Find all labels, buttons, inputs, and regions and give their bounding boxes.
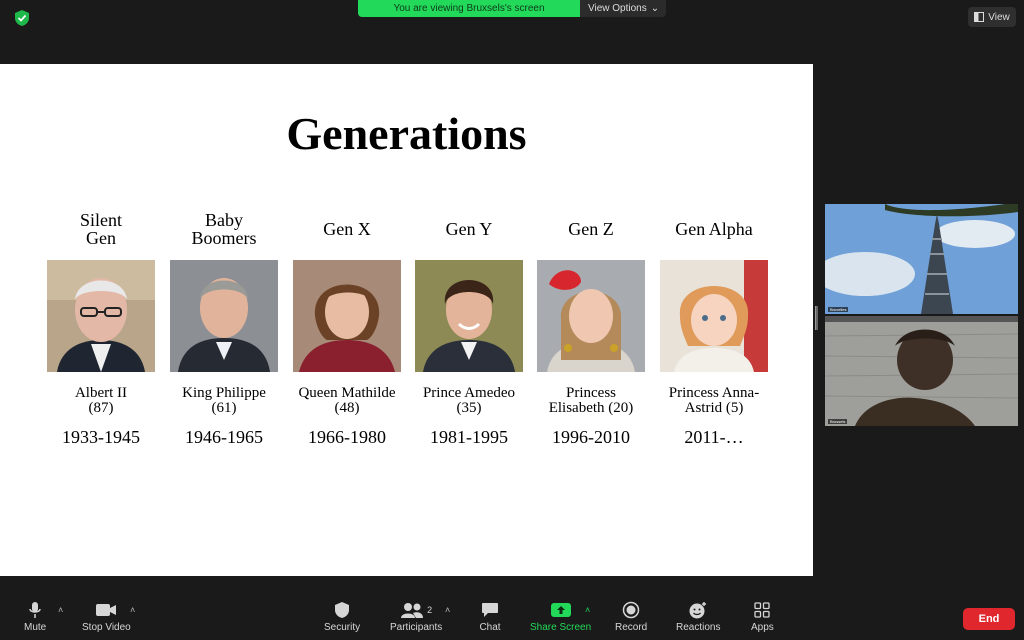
generation-years: 1981-1995 xyxy=(430,427,508,447)
viewing-screen-notice: You are viewing Bruxsels's screen xyxy=(358,0,580,17)
participants-label: Participants xyxy=(390,622,443,633)
view-layout-icon xyxy=(974,12,985,22)
view-label: View xyxy=(988,11,1010,23)
apps-grid-icon xyxy=(754,602,771,618)
slide-title: Generations xyxy=(286,108,527,159)
participants-options-caret[interactable]: ˄ xyxy=(445,605,450,615)
generation-years: 1933-1945 xyxy=(62,427,140,447)
participant-name: Bruxelles xyxy=(828,307,849,312)
shield-icon xyxy=(335,602,350,618)
generation-years: 1946-1965 xyxy=(185,427,263,447)
view-options-label: View Options xyxy=(588,3,647,14)
stop-video-label: Stop Video xyxy=(82,622,131,633)
generation-column: Silent Gen Albert II (87) 1933-1945 xyxy=(39,204,163,448)
generation-label: Baby Boomers xyxy=(191,210,257,248)
portrait-photo xyxy=(660,260,768,372)
chat-bubble-icon xyxy=(482,603,498,617)
chat-label: Chat xyxy=(479,622,501,633)
shared-slide: Generations Silent Gen Albert II (87) 19… xyxy=(0,64,813,576)
chevron-down-icon: ⌄ xyxy=(650,3,660,14)
apps-button[interactable]: Apps xyxy=(751,601,774,633)
portrait-photo xyxy=(47,260,155,372)
share-screen-button[interactable]: Share Screen xyxy=(530,601,591,633)
share-screen-label: Share Screen xyxy=(530,622,592,633)
record-button[interactable]: Record xyxy=(615,601,647,633)
participant-name: Brussels xyxy=(828,419,848,424)
reactions-button[interactable]: Reactions xyxy=(676,601,720,633)
view-options-button[interactable]: View Options ⌄ xyxy=(580,0,666,17)
person-name: Albert II (87) xyxy=(74,385,128,416)
generation-label: Gen Alpha xyxy=(675,219,753,239)
person-name: Prince Amedeo (35) xyxy=(422,385,516,416)
video-tile[interactable]: Brussels xyxy=(825,316,1018,426)
generation-column: Gen Y Prince Amedeo (35) 1981-1995 xyxy=(407,204,531,448)
participants-icon xyxy=(401,603,424,618)
apps-label: Apps xyxy=(751,622,774,633)
mute-button[interactable]: Mute xyxy=(24,601,46,633)
panel-resize-handle[interactable] xyxy=(815,306,818,330)
share-screen-icon xyxy=(550,603,571,617)
participants-count: 2 xyxy=(427,605,433,615)
generation-years: 1996-2010 xyxy=(552,427,630,447)
mute-label: Mute xyxy=(24,622,47,633)
end-meeting-button[interactable]: End xyxy=(963,608,1015,630)
video-options-caret[interactable]: ˄ xyxy=(130,605,135,615)
microphone-icon xyxy=(29,602,41,618)
generation-column: Baby Boomers King Philippe (61) 1946-196… xyxy=(162,204,286,448)
portrait-photo xyxy=(293,260,401,372)
generation-label: Silent Gen xyxy=(79,210,122,248)
person-name: Queen Mathilde (48) xyxy=(298,385,396,416)
generation-label: Gen X xyxy=(323,219,371,239)
stop-video-button[interactable]: Stop Video xyxy=(82,601,131,633)
security-shield-icon xyxy=(15,10,29,26)
portrait-photo xyxy=(415,260,523,372)
mute-options-caret[interactable]: ˄ xyxy=(58,605,63,615)
security-button[interactable]: Security xyxy=(324,601,360,633)
person-name: King Philippe (61) xyxy=(182,385,266,416)
share-options-caret[interactable]: ˄ xyxy=(585,605,590,615)
generation-column: Gen X Queen Mathilde (48) 1966-1980 xyxy=(285,204,409,448)
reactions-label: Reactions xyxy=(676,622,721,633)
video-feed-statue xyxy=(825,316,1018,426)
portrait-photo xyxy=(170,260,278,372)
security-label: Security xyxy=(324,622,361,633)
smiley-plus-icon xyxy=(689,602,707,619)
meeting-toolbar: Mute ˄ Stop Video ˄ Security 2 Participa… xyxy=(0,597,1024,640)
chat-button[interactable]: Chat xyxy=(479,601,501,633)
generation-label: Gen Z xyxy=(568,219,614,239)
generation-column: Gen Z Princess Elisabeth (20) 1996-2010 xyxy=(529,204,653,448)
participants-button[interactable]: 2 Participants xyxy=(390,601,442,633)
generation-label: Gen Y xyxy=(445,219,493,239)
generation-years: 1966-1980 xyxy=(308,427,386,447)
record-label: Record xyxy=(615,622,648,633)
generation-column: Gen Alpha Princess Anna- Astrid (5) 2011… xyxy=(652,204,776,448)
video-camera-icon xyxy=(96,604,117,616)
view-button[interactable]: View xyxy=(968,7,1016,27)
record-icon xyxy=(622,601,640,619)
person-name: Princess Anna- Astrid (5) xyxy=(668,385,760,416)
screen-share-banner: You are viewing Bruxsels's screen View O… xyxy=(358,0,666,17)
video-feed-tower xyxy=(825,204,1018,314)
generation-years: 2011-… xyxy=(684,427,744,447)
video-tile[interactable]: Bruxelles xyxy=(825,204,1018,314)
person-name: Princess Elisabeth (20) xyxy=(548,385,634,416)
portrait-photo xyxy=(537,260,645,372)
